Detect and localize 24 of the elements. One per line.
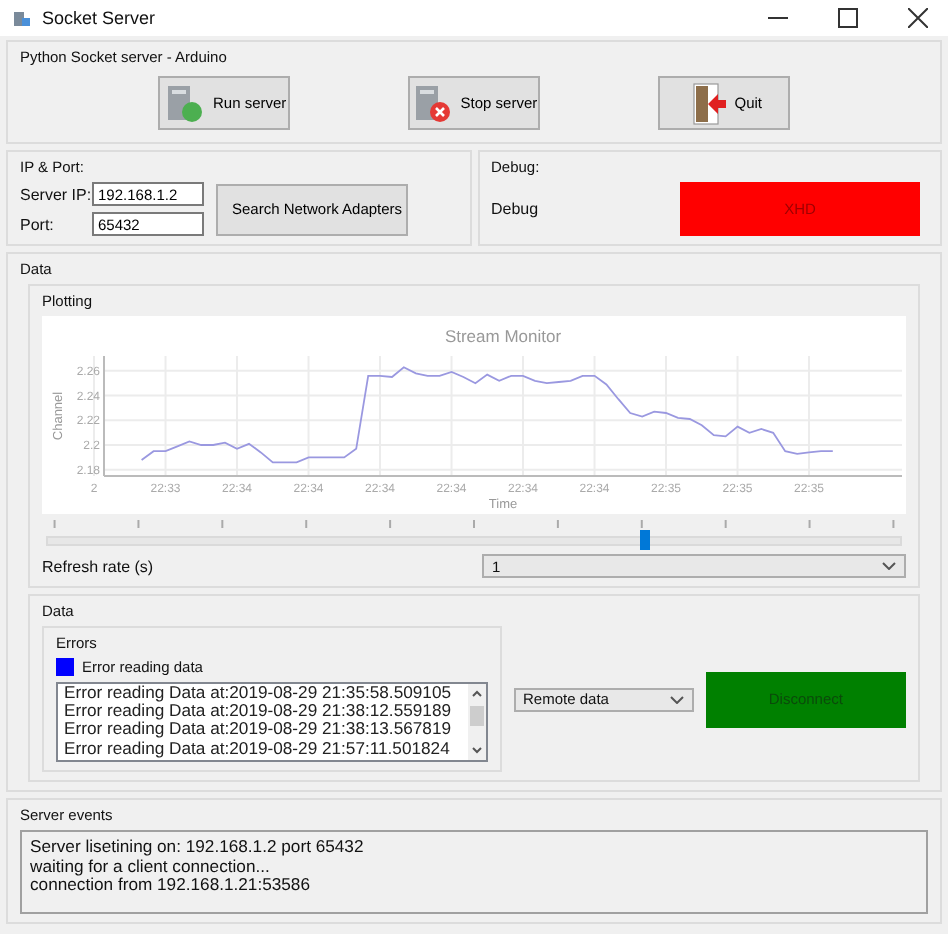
error-line: Error reading Data at:2019-08-29 21:35:58.509105 <box>64 684 453 703</box>
maximize-icon <box>838 8 858 28</box>
refresh-slider[interactable] <box>46 520 902 548</box>
event-line: waiting for a client connection... <box>30 857 272 876</box>
chevron-down-icon <box>882 562 896 570</box>
field-label: Port: <box>20 215 56 233</box>
error-line: Error reading Data at:2019-08-29 21:57:11.501824 <box>64 739 452 758</box>
event-line: connection from 192.168.1.21:53586 <box>30 876 312 895</box>
window-title: Socket Server <box>42 8 158 28</box>
field-label: Server IP: <box>20 185 92 203</box>
app-icon <box>12 8 32 28</box>
server-start-icon <box>162 81 207 125</box>
event-line: Server lisetining on: 192.168.1.2 port 65432 <box>30 838 366 857</box>
scrollbar[interactable] <box>467 684 486 760</box>
close-icon <box>908 8 928 28</box>
error-line: Error reading Data at:2019-08-29 21:38:13.567819 <box>64 720 453 740</box>
error-list[interactable]: Error reading Data at:2019-08-29 21:35:58.509105 Error reading Data at:2019-08-29 21:38:12.559189 Error reading Data at:2019-08-29 21:38:13.567819 Error reading Data at:2019-08-29 21:57:11.501824 <box>56 682 488 762</box>
error-line: Error reading Data at:2019-08-29 21:38:12.559189 <box>64 702 453 721</box>
debug-label: Debug <box>491 200 539 218</box>
refresh-rate-label: Refresh rate (s) <box>42 557 154 575</box>
chart-title: Stream Monitor <box>444 326 562 346</box>
server-stop-icon <box>410 81 455 125</box>
chevron-down-icon <box>669 695 684 703</box>
slider-thumb[interactable] <box>640 530 651 550</box>
